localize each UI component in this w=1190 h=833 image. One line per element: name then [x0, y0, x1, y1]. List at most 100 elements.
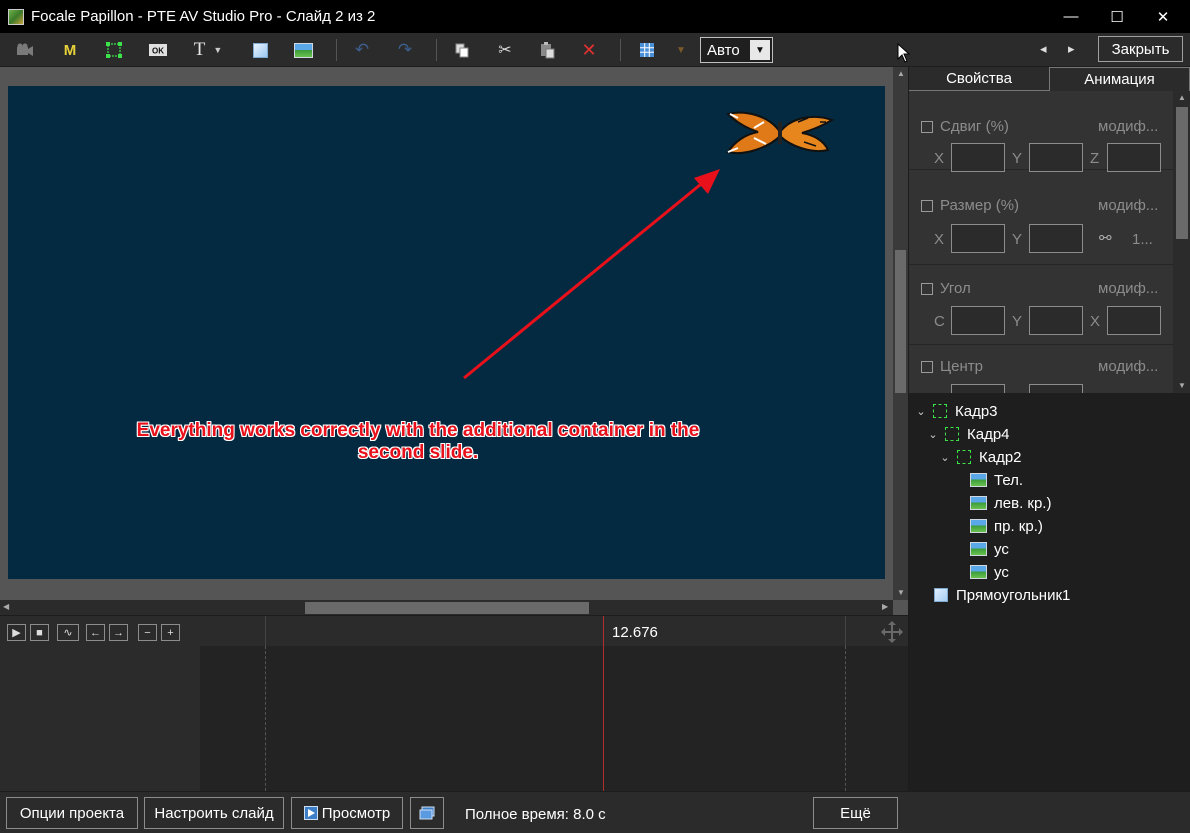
size-x-field[interactable] [951, 224, 1005, 253]
cut-button[interactable]: ✂ [492, 38, 518, 62]
size-modifier-link[interactable]: модиф... [1098, 197, 1158, 214]
tree-item-frame2[interactable]: ⌄ Кадр2 [939, 446, 1021, 468]
timeline-tracks[interactable] [0, 646, 908, 791]
move-icon[interactable] [879, 620, 905, 647]
canvas-horizontal-scrollbar[interactable]: ◀ ▶ [0, 600, 893, 615]
tree-item-antenna-1[interactable]: ус [970, 538, 1009, 560]
bottom-bar: Опции проекта Настроить слайд Просмотр П… [0, 791, 1190, 833]
tree-item-frame3[interactable]: ⌄ Кадр3 [915, 400, 997, 422]
chevron-down-icon: ▼ [213, 45, 223, 55]
tree-item-frame4[interactable]: ⌄ Кадр4 [927, 423, 1009, 445]
offset-checkbox[interactable]: Сдвиг (%) [921, 118, 1009, 135]
undo-button[interactable]: ↶ [349, 38, 375, 62]
more-button[interactable]: Ещё [813, 797, 898, 829]
customize-slide-button[interactable]: Настроить слайд [144, 797, 284, 829]
offset-label: Сдвиг (%) [940, 118, 1009, 135]
horizontal-scroll-thumb[interactable] [305, 602, 589, 614]
tab-animation[interactable]: Анимация [1049, 67, 1190, 91]
text-button[interactable]: T ▼ [188, 38, 228, 62]
angle-modifier-link[interactable]: модиф... [1098, 280, 1158, 297]
scroll-up-icon[interactable]: ▲ [897, 69, 905, 78]
toolbar: M OK T ▼ ↶ ↷ ✂ ✕ ▼ Авто ▼ ◂ ▸ Закрыть [0, 33, 1190, 67]
center-y-field[interactable] [1029, 384, 1083, 393]
scroll-down-icon[interactable]: ▼ [1178, 381, 1186, 390]
copy-button[interactable] [449, 38, 475, 62]
button-tool[interactable]: OK [145, 38, 171, 62]
maximize-button[interactable]: ☐ [1094, 0, 1140, 33]
close-window-button[interactable]: ✕ [1140, 0, 1186, 33]
offset-y-field[interactable] [1029, 143, 1083, 172]
project-options-button[interactable]: Опции проекта [6, 797, 138, 829]
checkbox-icon[interactable] [921, 360, 933, 373]
chevron-down-icon[interactable]: ⌄ [915, 405, 927, 418]
center-checkbox[interactable]: Центр [921, 358, 983, 375]
svg-text:OK: OK [152, 47, 164, 56]
stop-button[interactable]: ■ [30, 624, 49, 641]
chevron-down-icon[interactable]: ⌄ [927, 428, 939, 441]
scroll-right-icon[interactable]: ▶ [882, 602, 888, 611]
grid-options-button[interactable]: ▼ [668, 38, 694, 62]
angle-c-field[interactable] [951, 306, 1005, 335]
redo-button[interactable]: ↷ [392, 38, 418, 62]
grid-button[interactable] [634, 38, 660, 62]
zoom-in-button[interactable]: + [161, 624, 180, 641]
annotation-text: Everything works correctly with the addi… [136, 420, 700, 463]
checkbox-icon[interactable] [921, 199, 933, 212]
frame-icon [945, 427, 959, 441]
canvas-vertical-scrollbar[interactable]: ▲ ▼ [893, 67, 908, 600]
step-forward-button[interactable]: → [109, 624, 128, 641]
prev-slide-button[interactable]: ◂ [1040, 41, 1047, 57]
slide-list-button[interactable] [410, 797, 444, 829]
center-modifier-link[interactable]: модиф... [1098, 358, 1158, 375]
preview-button[interactable]: Просмотр [291, 797, 403, 829]
zoom-select[interactable]: Авто ▼ [700, 37, 773, 63]
properties-scrollbar[interactable]: ▲ ▼ [1173, 91, 1190, 393]
delete-button[interactable]: ✕ [576, 38, 602, 62]
slide-canvas[interactable]: Everything works correctly with the addi… [8, 86, 885, 579]
zoom-out-button[interactable]: − [138, 624, 157, 641]
size-label: Размер (%) [940, 197, 1020, 214]
tree-item-body[interactable]: Тел. [970, 469, 1023, 491]
image-button[interactable] [290, 38, 316, 62]
frame-icon [957, 450, 971, 464]
vertical-scroll-thumb[interactable] [895, 250, 906, 393]
angle-y-field[interactable] [1029, 306, 1083, 335]
offset-modifier-link[interactable]: модиф... [1098, 118, 1158, 135]
chevron-down-icon[interactable]: ▼ [750, 40, 770, 60]
step-back-button[interactable]: ← [86, 624, 105, 641]
frame-button[interactable] [101, 38, 127, 62]
next-slide-button[interactable]: ▸ [1068, 41, 1075, 57]
link-icon[interactable]: ⚯ [1099, 229, 1112, 247]
minimize-button[interactable]: — [1048, 0, 1094, 33]
offset-x-field[interactable] [951, 143, 1005, 172]
size-y-field[interactable] [1029, 224, 1083, 253]
offset-z-field[interactable] [1107, 143, 1161, 172]
size-checkbox[interactable]: Размер (%) [921, 197, 1019, 214]
chevron-down-icon[interactable]: ⌄ [939, 451, 951, 464]
tree-item-right-wing[interactable]: пр. кр.) [970, 515, 1043, 537]
checkbox-icon[interactable] [921, 120, 933, 133]
waveform-button[interactable]: ∿ [57, 624, 79, 641]
total-time-label: Полное время: 8.0 с [465, 806, 606, 823]
properties-scroll-thumb[interactable] [1176, 107, 1188, 239]
angle-x-field[interactable] [1107, 306, 1161, 335]
close-editor-button[interactable]: Закрыть [1098, 36, 1183, 62]
frame-icon [106, 42, 122, 58]
paste-button[interactable] [534, 38, 560, 62]
camera-button[interactable] [12, 38, 38, 62]
angle-checkbox[interactable]: Угол [921, 280, 971, 297]
checkbox-icon[interactable] [921, 282, 933, 295]
tree-item-antenna-2[interactable]: ус [970, 561, 1009, 583]
mask-button[interactable]: M [57, 38, 83, 62]
play-button[interactable]: ▶ [7, 624, 26, 641]
tab-properties[interactable]: Свойства [909, 67, 1049, 91]
scroll-up-icon[interactable]: ▲ [1178, 93, 1186, 102]
rectangle-button[interactable] [247, 38, 273, 62]
scroll-left-icon[interactable]: ◀ [3, 602, 9, 611]
scroll-down-icon[interactable]: ▼ [897, 588, 905, 597]
tree-item-left-wing[interactable]: лев. кр.) [970, 492, 1051, 514]
tree-item-rectangle1[interactable]: Прямоугольник1 [934, 584, 1070, 606]
timeline-playhead[interactable] [603, 646, 604, 791]
butterfly-image[interactable] [724, 108, 836, 160]
center-x-field[interactable] [951, 384, 1005, 393]
